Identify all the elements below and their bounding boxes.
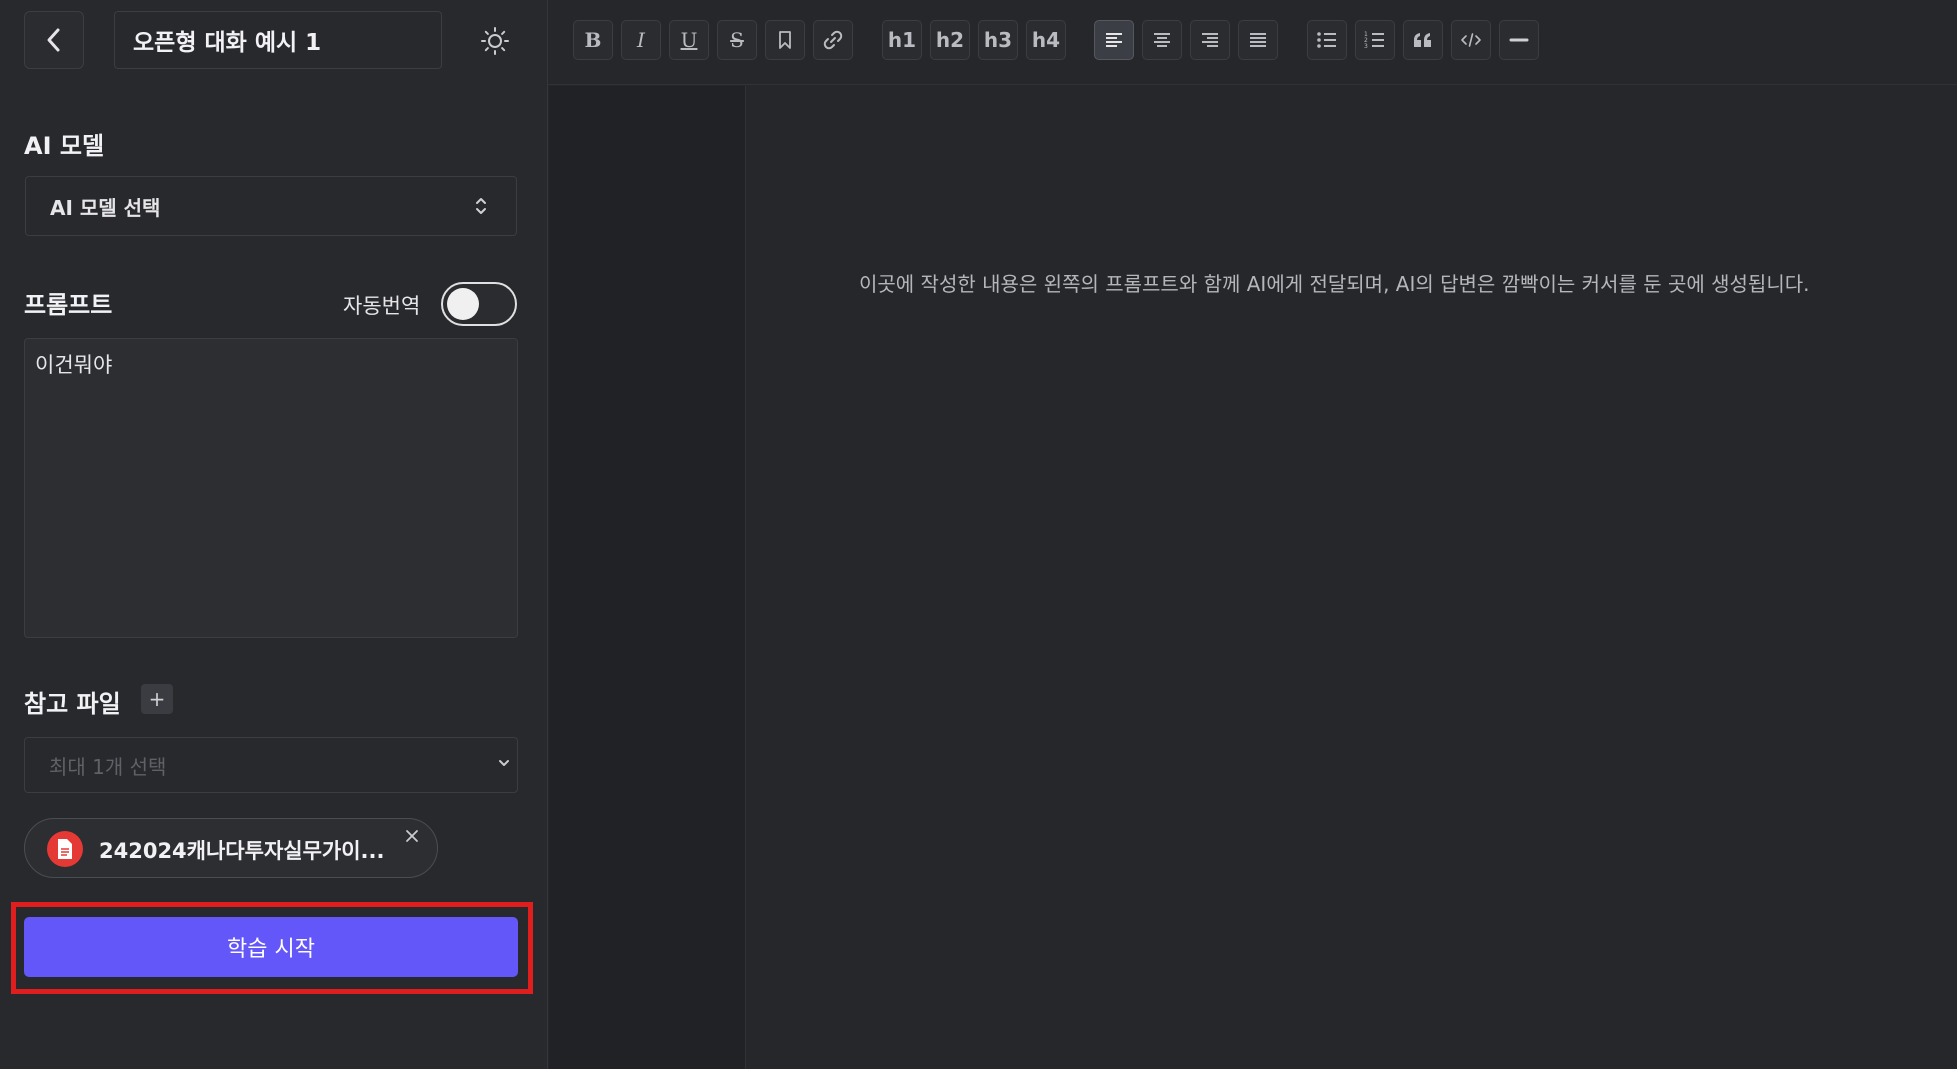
file-select-placeholder: 최대 1개 선택: [49, 754, 167, 779]
auto-translate-label: 자동번역: [343, 294, 421, 318]
bookmark-button[interactable]: [765, 20, 805, 60]
theme-toggle-button[interactable]: [478, 24, 512, 58]
chevron-left-icon: [47, 28, 60, 52]
add-file-button[interactable]: +: [141, 684, 173, 714]
editor-area[interactable]: 이곳에 작성한 내용은 왼쪽의 프롬프트와 함께 AI에게 전달되며, AI의 …: [746, 86, 1957, 1069]
document-title-input[interactable]: 오픈형 대화 예시 1: [114, 11, 442, 69]
prompt-textarea[interactable]: 이건뭐야: [24, 338, 518, 638]
prompt-heading: 프롬프트: [24, 291, 113, 319]
strikethrough-button[interactable]: S: [717, 20, 757, 60]
file-chip: 242024캐나다투자실무가이...: [24, 818, 438, 878]
heading4-button[interactable]: h4: [1026, 20, 1066, 60]
heading1-button[interactable]: h1: [882, 20, 922, 60]
sidebar: 오픈형 대화 예시 1 AI 모델 AI 모델 선택 프롬프트 자동번역 이건뭐…: [0, 0, 548, 1069]
bullet-list-icon: [1317, 32, 1336, 48]
italic-button[interactable]: I: [621, 20, 661, 60]
ai-model-heading: AI 모델: [24, 132, 105, 160]
bullet-list-button[interactable]: [1307, 20, 1347, 60]
align-right-button[interactable]: [1190, 20, 1230, 60]
chevron-down-icon: [499, 760, 509, 766]
heading3-button[interactable]: h3: [978, 20, 1018, 60]
ordered-list-button[interactable]: 123: [1355, 20, 1395, 60]
start-learning-button[interactable]: 학습 시작: [24, 917, 518, 977]
quote-icon: [1414, 33, 1431, 47]
editor-gutter: [549, 86, 746, 1069]
ai-model-select[interactable]: AI 모델 선택: [25, 176, 517, 236]
underline-button[interactable]: U: [669, 20, 709, 60]
back-button[interactable]: [24, 11, 84, 69]
link-icon: [823, 30, 843, 50]
align-justify-icon: [1250, 33, 1266, 47]
close-icon: [406, 830, 418, 842]
ai-model-select-value: AI 모델 선택: [50, 195, 161, 220]
chevron-updown-icon: [476, 198, 486, 214]
reference-file-select[interactable]: 최대 1개 선택: [24, 737, 518, 793]
horizontal-rule-icon: [1509, 38, 1529, 42]
align-right-icon: [1202, 33, 1218, 47]
editor-toolbar: B I U S h1 h2 h3 h4 123: [548, 0, 1957, 85]
remove-file-button[interactable]: [403, 827, 421, 849]
align-justify-button[interactable]: [1238, 20, 1278, 60]
horizontal-rule-button[interactable]: [1499, 20, 1539, 60]
align-left-icon: [1106, 33, 1122, 47]
heading2-button[interactable]: h2: [930, 20, 970, 60]
bookmark-icon: [779, 31, 791, 49]
sun-icon: [481, 27, 509, 55]
reference-file-heading: 참고 파일: [24, 690, 121, 718]
link-button[interactable]: [813, 20, 853, 60]
toggle-knob: [447, 288, 479, 320]
align-center-button[interactable]: [1142, 20, 1182, 60]
auto-translate-toggle[interactable]: [441, 282, 517, 326]
code-button[interactable]: [1451, 20, 1491, 60]
file-chip-name: 242024캐나다투자실무가이...: [99, 839, 385, 863]
align-center-icon: [1154, 33, 1170, 47]
quote-button[interactable]: [1403, 20, 1443, 60]
bold-button[interactable]: B: [573, 20, 613, 60]
align-left-button[interactable]: [1094, 20, 1134, 60]
editor-placeholder: 이곳에 작성한 내용은 왼쪽의 프롬프트와 함께 AI에게 전달되며, AI의 …: [859, 272, 1810, 296]
ordered-list-icon: 123: [1364, 31, 1384, 50]
pdf-file-icon: [47, 831, 83, 867]
svg-text:3: 3: [1364, 43, 1368, 50]
code-icon: [1461, 33, 1481, 47]
